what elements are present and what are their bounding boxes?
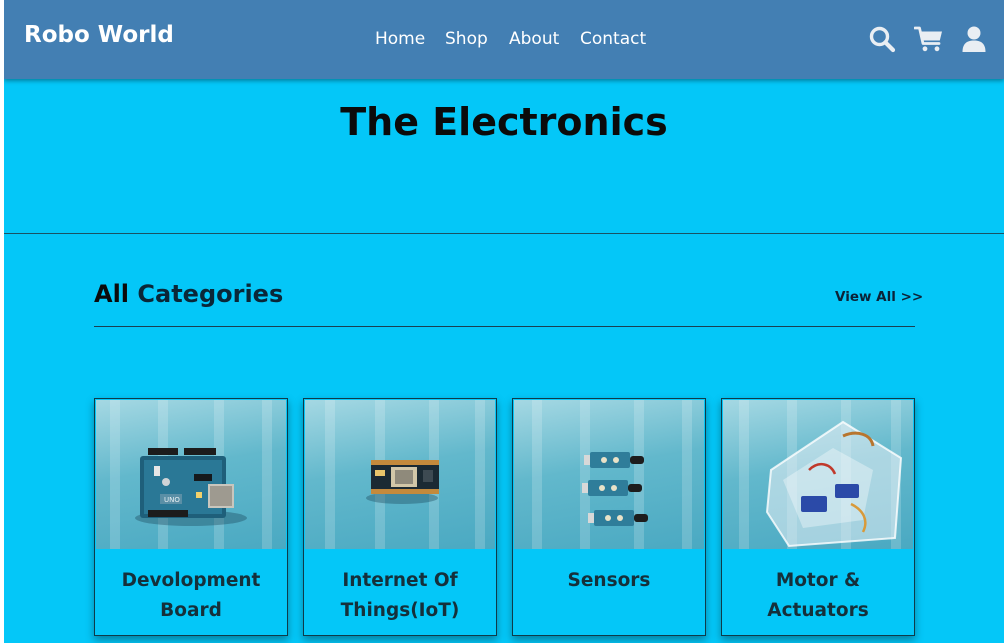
category-card-label: Internet Of Things(IoT): [340, 570, 460, 621]
cart-icon[interactable]: [913, 25, 942, 53]
category-card-development-board[interactable]: UNO Devolopment Board: [94, 398, 288, 636]
user-icon[interactable]: [960, 25, 988, 53]
category-card-label: Sensors: [567, 570, 651, 591]
category-card-iot[interactable]: Internet Of Things(IoT): [303, 398, 497, 636]
section-divider: [94, 326, 915, 327]
servo-motors-image: [723, 400, 913, 549]
nodemcu-board-image: [305, 400, 495, 549]
section-title: All Categories: [94, 280, 283, 308]
page: Robo World Home Shop About Contact The E…: [4, 0, 1004, 643]
view-all-link[interactable]: View All >>: [835, 289, 923, 305]
navbar: Robo World Home Shop About Contact: [4, 0, 1004, 79]
category-card-sensors[interactable]: Sensors: [512, 398, 706, 636]
section-title-accent: All: [94, 280, 130, 308]
sensor-modules-image: [514, 400, 704, 549]
search-icon[interactable]: [868, 25, 896, 53]
category-card-label: Devolopment Board: [121, 570, 261, 621]
category-card-motors[interactable]: Motor & Actuators: [721, 398, 915, 636]
hero-divider: [4, 233, 1004, 234]
arduino-board-image: UNO: [96, 400, 286, 549]
svg-text:UNO: UNO: [164, 496, 180, 504]
nav-icon-group: [4, 25, 1004, 55]
hero-title: The Electronics: [340, 100, 668, 144]
category-card-label: Motor & Actuators: [767, 570, 869, 621]
section-title-rest: Categories: [137, 280, 284, 308]
